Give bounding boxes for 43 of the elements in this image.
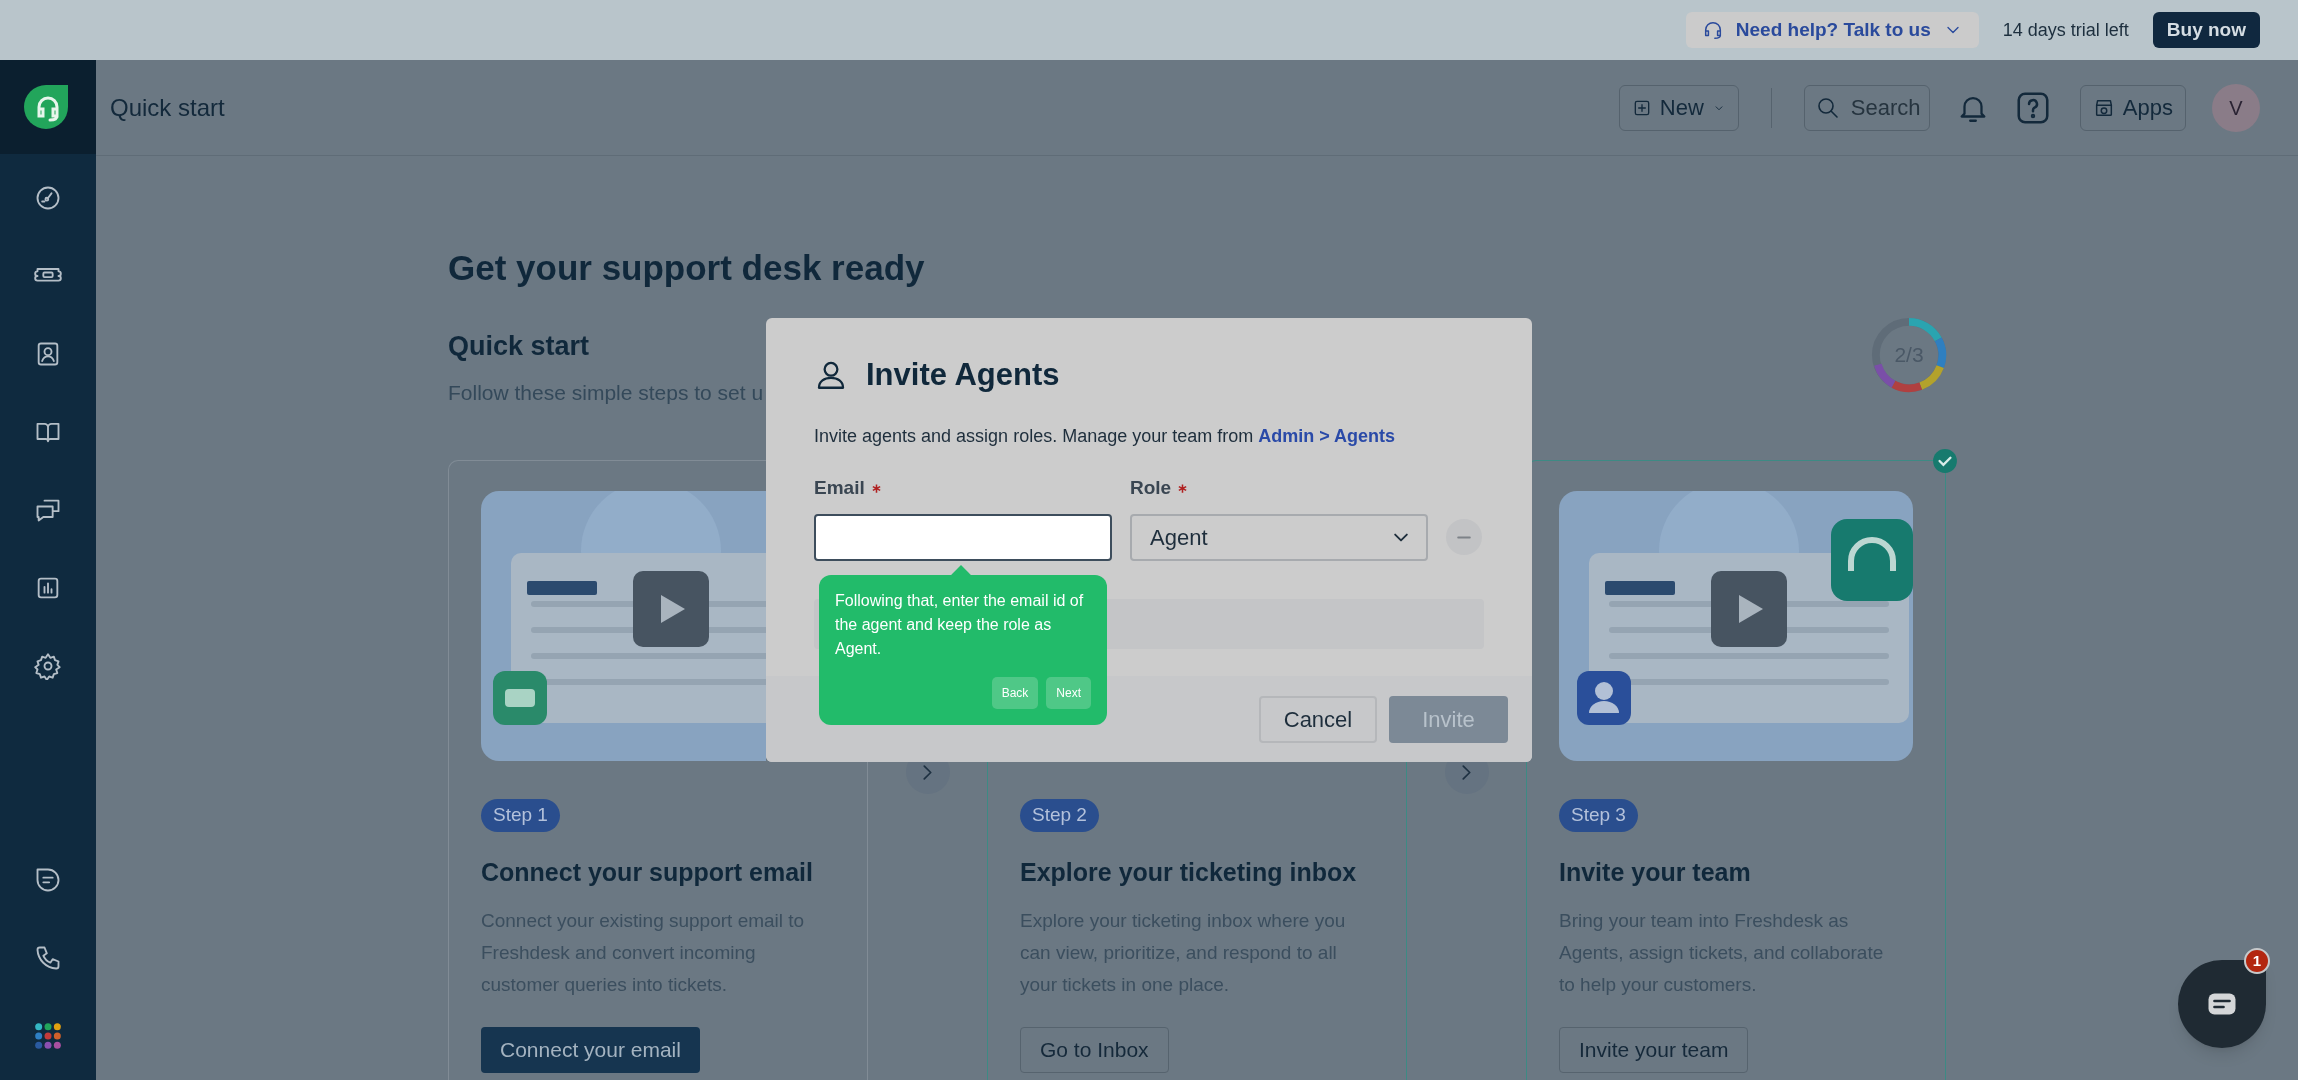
step-button[interactable]: Go to Inbox [1020, 1027, 1169, 1073]
cancel-button[interactable]: Cancel [1259, 695, 1377, 743]
required-icon [870, 482, 882, 494]
email-label: Email [814, 475, 865, 500]
settings-icon[interactable] [34, 652, 62, 680]
email-input[interactable] [814, 514, 1112, 561]
step-badge: Step 3 [1559, 799, 1638, 832]
caret-icon [1394, 533, 1408, 542]
step-title: Explore your ticketing inbox [1020, 856, 1358, 888]
avatar[interactable]: V [2212, 83, 2260, 132]
step-badge: Step 2 [1020, 799, 1099, 832]
required-icon [1177, 482, 1189, 494]
modal-title: Invite Agents [866, 356, 1060, 394]
new-button[interactable]: New [1618, 84, 1739, 131]
notification-badge: 1 [2244, 948, 2270, 974]
step-title: Connect your support email [481, 856, 814, 888]
message-icon[interactable] [34, 866, 62, 894]
dashboard-icon[interactable] [34, 184, 62, 212]
apps-grid-icon[interactable] [34, 1022, 62, 1050]
role-label: Role [1130, 475, 1172, 500]
step-badge: Step 1 [481, 799, 560, 832]
buy-now-button[interactable]: Buy now [2152, 12, 2260, 48]
search-icon [1815, 95, 1840, 120]
help-button[interactable]: Need help? Talk to us [1685, 12, 1979, 48]
trial-text: 14 days trial left [2002, 18, 2129, 42]
step-title: Invite your team [1559, 856, 1752, 888]
phone-icon[interactable] [34, 944, 62, 972]
chevron-icon [923, 764, 932, 780]
modal-description: Invite agents and assign roles. Manage your team from Admin > Agents [814, 424, 1397, 448]
search-field[interactable]: Search [1803, 84, 1930, 131]
next-button[interactable]: Next [1046, 677, 1091, 709]
admin-agents-link[interactable]: Admin > Agents [1258, 425, 1396, 446]
step-button[interactable]: Connect your email [481, 1027, 700, 1073]
tooltip-text: Following that, enter the email id of the agent and keep the role as Agent. [835, 591, 1085, 659]
role-select[interactable]: Agent [1130, 514, 1428, 561]
back-button[interactable]: Back [991, 677, 1039, 709]
page-heading: Get your support desk ready [448, 248, 926, 288]
apps-button[interactable]: Apps [2079, 84, 2186, 131]
chevron-icon [1462, 764, 1471, 780]
step-button[interactable]: Invite your team [1559, 1027, 1749, 1073]
page-title: Quick start [110, 92, 225, 123]
minus-icon [1457, 535, 1471, 539]
section-title: Quick start [448, 330, 591, 363]
